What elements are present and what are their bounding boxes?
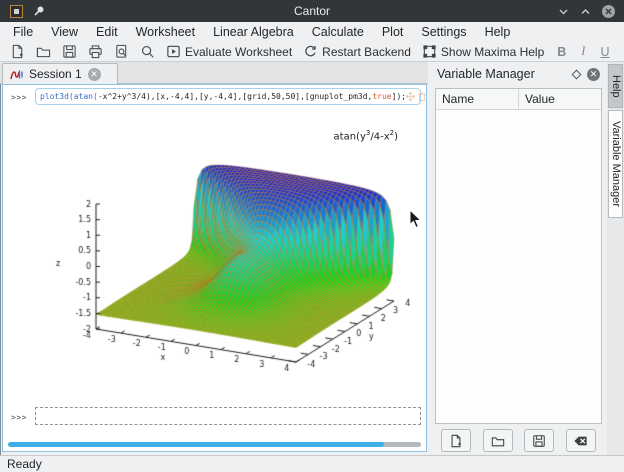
pin-icon[interactable] bbox=[33, 5, 45, 17]
search-icon[interactable] bbox=[136, 43, 159, 60]
toolbar: Evaluate Worksheet Restart Backend Show … bbox=[0, 42, 624, 62]
evaluate-worksheet-button[interactable]: Evaluate Worksheet bbox=[162, 43, 296, 60]
menu-plot[interactable]: Plot bbox=[373, 23, 413, 41]
command-prompt: >>> bbox=[11, 93, 27, 102]
print-button[interactable] bbox=[84, 43, 107, 60]
maximize-icon[interactable] bbox=[579, 5, 592, 18]
save-button[interactable] bbox=[58, 43, 81, 60]
save-variables-button[interactable] bbox=[524, 429, 554, 452]
bold-button[interactable]: B bbox=[551, 45, 572, 59]
clear-variables-button[interactable] bbox=[566, 429, 596, 452]
underline-button[interactable]: U bbox=[594, 45, 615, 59]
column-header-name[interactable]: Name bbox=[436, 89, 518, 109]
variable-manager-header: Variable Manager ✕ bbox=[430, 62, 607, 86]
new-document-button[interactable] bbox=[6, 43, 29, 60]
column-header-value[interactable]: Value bbox=[518, 89, 601, 109]
menu-settings[interactable]: Settings bbox=[412, 23, 475, 41]
variable-manager-buttons bbox=[430, 429, 607, 452]
plot-title: atan(y3/4-x2) bbox=[334, 129, 398, 142]
menu-worksheet[interactable]: Worksheet bbox=[127, 23, 205, 41]
dock-tab-help[interactable]: Help bbox=[608, 64, 623, 108]
new-variable-button[interactable] bbox=[441, 429, 471, 452]
minimize-icon[interactable] bbox=[557, 5, 570, 18]
show-maxima-help-button[interactable]: Show Maxima Help bbox=[418, 43, 548, 60]
menubar: File View Edit Worksheet Linear Algebra … bbox=[0, 22, 624, 42]
strikethrough-button[interactable]: S bbox=[619, 45, 624, 59]
menu-linear-algebra[interactable]: Linear Algebra bbox=[204, 23, 303, 41]
titlebar: Cantor bbox=[0, 0, 624, 22]
maxima-icon bbox=[10, 68, 23, 81]
remove-entry-icon[interactable] bbox=[418, 92, 426, 101]
worksheet: >>> plot3d(atan(-x^2+y^3/4),[x,-4,4],[y,… bbox=[2, 84, 427, 452]
session-progress-bar bbox=[8, 442, 421, 447]
open-file-button[interactable] bbox=[32, 43, 55, 60]
command-entry[interactable]: plot3d(atan(-x^2+y^3/4),[x,-4,4],[y,-4,4… bbox=[35, 88, 421, 105]
variable-manager-panel: Variable Manager ✕ Name Value bbox=[430, 62, 607, 455]
drag-entry-icon[interactable] bbox=[406, 92, 415, 101]
tab-label: Session 1 bbox=[29, 67, 82, 81]
window-title: Cantor bbox=[0, 4, 624, 18]
tab-close-icon[interactable]: ✕ bbox=[88, 68, 101, 81]
menu-view[interactable]: View bbox=[42, 23, 87, 41]
tab-session-1[interactable]: Session 1 ✕ bbox=[2, 63, 118, 84]
close-panel-icon[interactable]: ✕ bbox=[587, 68, 600, 81]
command-text: plot3d(atan(-x^2+y^3/4),[x,-4,4],[y,-4,4… bbox=[40, 92, 406, 101]
status-text: Ready bbox=[7, 457, 42, 471]
mouse-cursor bbox=[409, 209, 422, 229]
print-preview-button[interactable] bbox=[110, 43, 133, 60]
menu-help[interactable]: Help bbox=[476, 23, 520, 41]
dock-tab-strip: Help Variable Manager bbox=[607, 62, 624, 455]
empty-command-entry[interactable] bbox=[35, 407, 421, 425]
load-variables-button[interactable] bbox=[483, 429, 513, 452]
plot3d-surface-canvas bbox=[37, 111, 427, 401]
menu-file[interactable]: File bbox=[4, 23, 42, 41]
menu-edit[interactable]: Edit bbox=[87, 23, 127, 41]
dock-tab-variable-manager[interactable]: Variable Manager bbox=[608, 110, 623, 218]
menu-calculate[interactable]: Calculate bbox=[303, 23, 373, 41]
cantor-window: Cantor File View Edit Worksheet Linear A… bbox=[0, 0, 624, 472]
variable-table: Name Value bbox=[435, 88, 602, 424]
progress-fill bbox=[8, 442, 384, 447]
app-menu-icon[interactable] bbox=[10, 5, 23, 18]
float-panel-icon[interactable] bbox=[572, 69, 582, 79]
restart-backend-button[interactable]: Restart Backend bbox=[299, 43, 415, 60]
italic-button[interactable]: I bbox=[575, 44, 591, 59]
variable-manager-title: Variable Manager bbox=[437, 67, 535, 81]
tab-bar: Session 1 ✕ bbox=[0, 62, 428, 84]
close-icon[interactable] bbox=[601, 4, 616, 19]
statusbar: Ready bbox=[0, 455, 624, 472]
next-command-prompt: >>> bbox=[11, 413, 27, 422]
